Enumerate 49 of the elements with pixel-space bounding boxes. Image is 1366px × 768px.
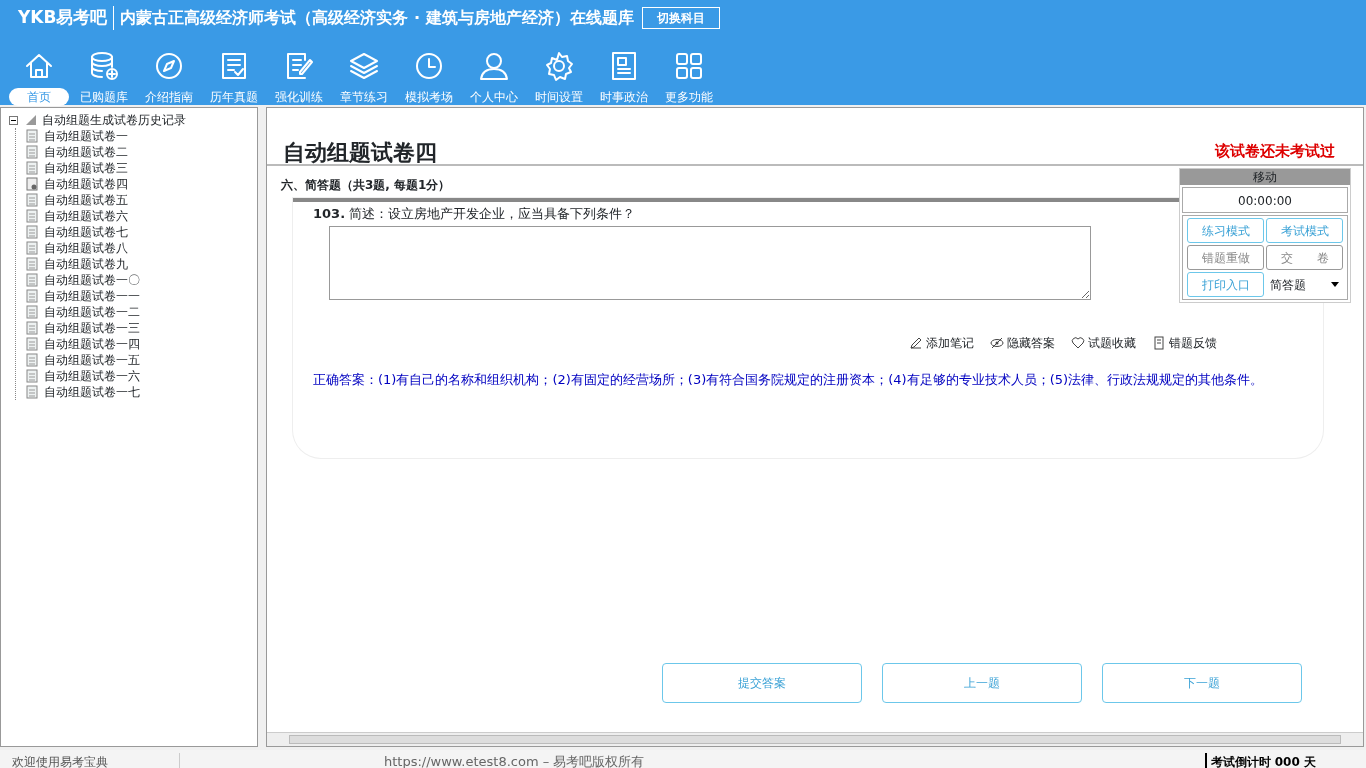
clock-icon[interactable] xyxy=(413,50,445,82)
status-copyright: https://www.etest8.com – 易考吧版权所有 xyxy=(384,752,645,768)
tree-item[interactable]: 自动组题试卷八 xyxy=(44,239,128,257)
question-type-select[interactable]: 简答题 xyxy=(1266,272,1343,297)
answer-input-field[interactable] xyxy=(329,225,1091,300)
tree-root-label[interactable]: 自动组题生成试卷历史记录 xyxy=(42,111,186,129)
heart-icon[interactable] xyxy=(1071,335,1085,350)
user-icon[interactable] xyxy=(478,50,510,82)
action-link[interactable]: 试题收藏 xyxy=(1088,333,1136,352)
horizontal-scrollbar[interactable] xyxy=(267,732,1363,746)
status-welcome: 欢迎使用易考宝典 xyxy=(0,752,180,768)
gear-icon[interactable] xyxy=(543,50,575,82)
tree-item[interactable]: 自动组题试卷一〇 xyxy=(44,271,140,289)
layers-icon[interactable] xyxy=(348,50,380,82)
tree-item[interactable]: 自动组题试卷七 xyxy=(44,223,128,241)
eye-icon[interactable] xyxy=(990,335,1004,350)
tree-item[interactable]: 自动组题试卷一二 xyxy=(44,303,140,321)
action-link[interactable]: 隐藏答案 xyxy=(1007,333,1055,352)
document-icon[interactable] xyxy=(1152,335,1166,350)
tree-item[interactable]: 自动组题试卷一 xyxy=(44,127,128,145)
tree-item[interactable]: 自动组题试卷五 xyxy=(44,191,128,209)
tree-item[interactable]: 自动组题试卷一三 xyxy=(44,319,140,337)
tree-item[interactable]: 自动组题试卷一一 xyxy=(44,287,140,305)
tree-item[interactable]: 自动组题试卷六 xyxy=(44,207,128,225)
caret-icon xyxy=(1331,282,1339,287)
tree-item[interactable]: 自动组题试卷一六 xyxy=(44,367,140,385)
database-icon[interactable] xyxy=(88,50,120,82)
tree-item[interactable]: 自动组题试卷九 xyxy=(44,255,128,273)
action-link[interactable]: 添加笔记 xyxy=(926,333,974,352)
paper-status: 该试卷还未考试过 xyxy=(1215,141,1335,162)
tree-item[interactable]: 自动组题试卷一五 xyxy=(44,351,140,369)
section-heading: 六、简答题（共3题, 每题1分） xyxy=(280,177,452,194)
grid-icon[interactable] xyxy=(673,50,705,82)
question-text: 103. 简述：设立房地产开发企业，应当具备下列条件？ xyxy=(313,205,637,223)
tree-item[interactable]: 自动组题试卷一四 xyxy=(44,335,140,353)
timer-display: 00:00:00 xyxy=(1182,187,1348,213)
move-handle[interactable]: 移动 xyxy=(1180,169,1350,185)
pencil-icon[interactable] xyxy=(909,335,923,350)
tree-item[interactable]: 自动组题试卷四 xyxy=(44,175,128,193)
collapse-icon[interactable] xyxy=(9,115,18,125)
compass-icon[interactable] xyxy=(153,50,185,82)
answer-text: 正确答案：(1)有自己的名称和组织机构；(2)有固定的经营场所；(3)有符合国务院规定的注册资本；(4)有足够的专业技术人员；(5)法律、行政法规规定的其他条件。 xyxy=(313,371,1265,387)
exam-countdown: 考试倒计时 000 天 xyxy=(1204,752,1316,768)
tree-item[interactable]: 自动组题试卷一七 xyxy=(44,383,140,401)
app-logo: YKB易考吧 xyxy=(18,6,108,30)
tree-item[interactable]: 自动组题试卷三 xyxy=(44,159,128,177)
app-title: 内蒙古正高级经济师考试（高级经济实务 · 建筑与房地产经济）在线题库 xyxy=(113,6,634,30)
action-link[interactable]: 错题反馈 xyxy=(1169,333,1217,352)
tree-item[interactable]: 自动组题试卷二 xyxy=(44,143,128,161)
